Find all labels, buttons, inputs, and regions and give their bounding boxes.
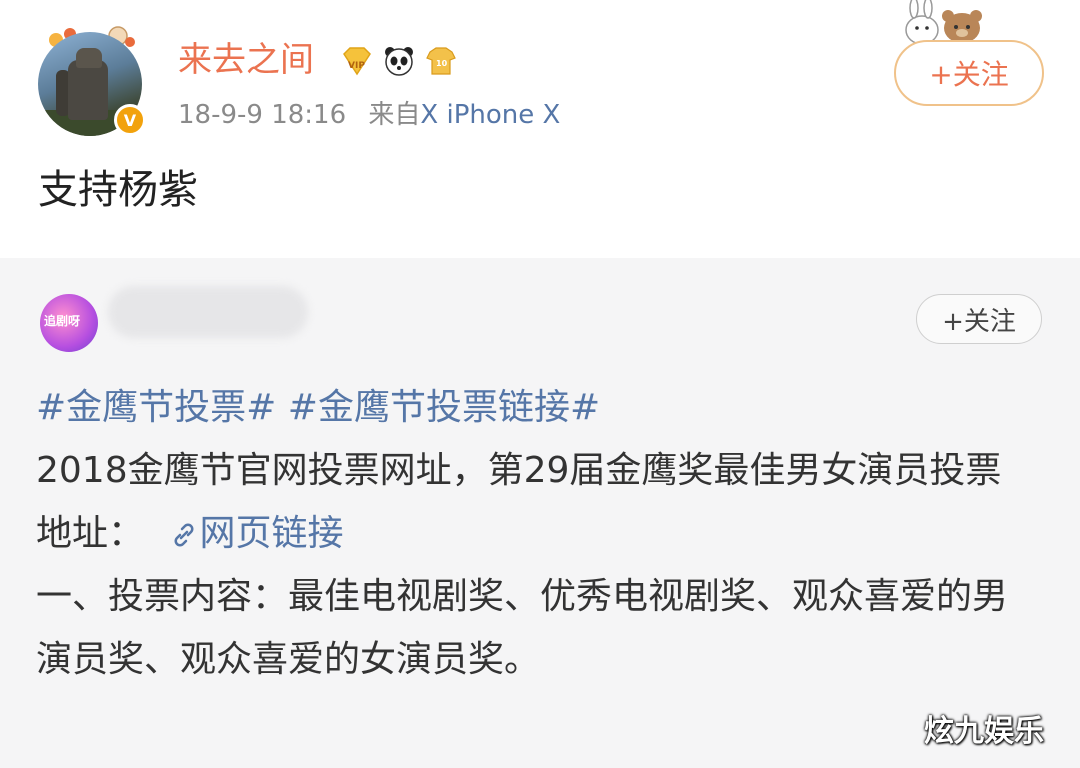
user-avatar-container[interactable]: V [34,22,150,138]
follow-button-label: +关注 [929,58,1009,91]
repost-avatar[interactable]: 追剧呀 [40,294,98,352]
web-link-label: 网页链接 [199,513,344,554]
svg-text:10: 10 [436,59,448,68]
repost-text-line2: 一、投票内容：最佳电视剧奖、优秀电视剧奖、观众喜爱的男演员奖、观众喜爱的女演员奖… [36,576,1009,680]
vip-icon[interactable]: VIP [340,44,374,78]
post-meta: 18-9-9 18:16 来自X iPhone X [178,98,560,132]
bunny-bear-mascot-icon [905,0,982,44]
verified-badge-icon: V [114,104,146,136]
svg-text:VIP: VIP [348,61,365,71]
reposted-post[interactable]: 追剧呀 +关注 #金鹰节投票# #金鹰节投票链接# 2018金鹰节官网投票网址，… [0,258,1080,768]
source-prefix: 来自 [368,100,421,130]
shirt-badge-icon[interactable]: 10 [424,44,458,78]
follow-button[interactable]: +关注 [894,40,1044,106]
repost-body: #金鹰节投票# #金鹰节投票链接# 2018金鹰节官网投票网址，第29届金鹰奖最… [36,376,1036,691]
original-post: V 来去之间 VIP 10 18-9-9 18:16 来自X iPhone X … [0,0,1080,258]
repost-follow-button[interactable]: +关注 [916,294,1042,344]
web-link[interactable]: 网页链接 [169,513,343,554]
repost-username-blurred[interactable] [108,286,308,338]
timestamp: 18-9-9 18:16 [178,100,347,130]
hashtag-link[interactable]: #金鹰节投票# [36,387,276,428]
watermark: 炫九娱乐 [924,714,1044,749]
repost-follow-label: +关注 [942,306,1016,337]
repost-avatar-text: 追剧呀 [44,314,81,328]
username[interactable]: 来去之间 [178,40,314,80]
hashtag-link[interactable]: #金鹰节投票链接# [288,387,600,428]
post-text: 支持杨紫 [38,167,198,213]
link-icon [175,523,194,547]
user-badges: VIP 10 [340,42,458,80]
panda-icon[interactable] [382,44,416,78]
source-device[interactable]: X iPhone X [420,100,560,130]
